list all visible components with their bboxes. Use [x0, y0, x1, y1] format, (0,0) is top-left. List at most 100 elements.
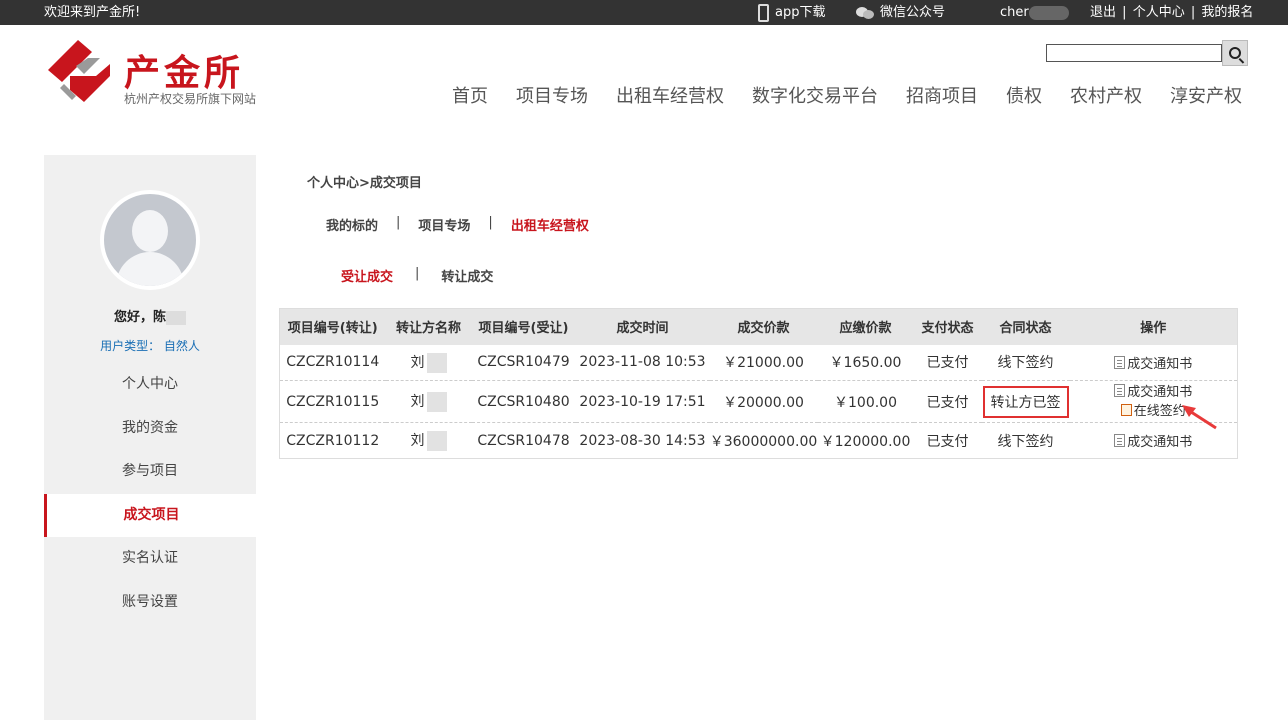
user-type: 用户类型： 自然人 — [100, 339, 200, 353]
personal-center-link[interactable]: 个人中心 — [1133, 5, 1185, 20]
deal-notice-label: 成交通知书 — [1127, 435, 1193, 450]
col-transfer-no: 项目编号(转让) — [279, 308, 386, 345]
site-logo[interactable]: 产金所 杭州产权交易所旗下网站 — [48, 40, 278, 110]
deal-notice-label: 成交通知书 — [1127, 384, 1193, 400]
logo-subtitle: 杭州产权交易所旗下网站 — [124, 92, 257, 106]
logo-mark-icon — [48, 40, 110, 102]
nav-item-taxi[interactable]: 出租车经营权 — [616, 82, 724, 108]
sidebar: 您好，陈 用户类型： 自然人 个人中心 我的资金 参与项目 成交项目 实名认证 … — [44, 155, 256, 720]
nav-item-rural[interactable]: 农村产权 — [1070, 82, 1142, 108]
cell-contract-status: 转让方已签 — [981, 380, 1070, 423]
cell-time: 2023-10-19 17:51 — [575, 380, 710, 423]
welcome-text: 欢迎来到产金所! — [44, 5, 141, 20]
col-payable: 应缴价款 — [817, 308, 914, 345]
nav-item-digital[interactable]: 数字化交易平台 — [752, 82, 878, 108]
cell-receive-no: CZCSR10478 — [471, 422, 576, 459]
name-redacted — [426, 431, 447, 451]
wechat-icon — [856, 6, 874, 20]
tab-transferred-deals[interactable]: 转让成交 — [441, 266, 493, 285]
search-input[interactable] — [1046, 44, 1222, 62]
tab-taxi-rights[interactable]: 出租车经营权 — [511, 215, 589, 234]
tab-project-zone[interactable]: 项目专场 — [418, 215, 470, 234]
cell-payable: ￥100.00 — [817, 380, 914, 423]
tab-separator: | — [396, 215, 401, 230]
col-contract-status: 合同状态 — [981, 308, 1070, 345]
transferor-text: 刘 — [410, 394, 425, 410]
search-icon — [1229, 47, 1241, 59]
col-ops: 操作 — [1069, 308, 1238, 345]
phone-icon — [758, 3, 769, 22]
online-sign-link[interactable]: 在线签约 — [1120, 403, 1186, 419]
account-links: 退出 | 个人中心 | 我的报名 — [1090, 0, 1253, 25]
cell-price: ￥20000.00 — [709, 380, 818, 423]
wechat-link[interactable]: 微信公众号 — [856, 0, 945, 25]
top-bar: 欢迎来到产金所! app下载 微信公众号 cher 退出 | 个人中心 | 我的… — [0, 0, 1288, 25]
sidebar-item-verification[interactable]: 实名认证 — [44, 537, 256, 581]
table-row: CZCZR10112 刘 CZCSR10478 2023-08-30 14:53… — [279, 422, 1238, 459]
nav-item-chunan[interactable]: 淳安产权 — [1170, 82, 1242, 108]
sidebar-item-participated[interactable]: 参与项目 — [44, 450, 256, 494]
cell-contract-status: 线下签约 — [981, 422, 1070, 459]
sidebar-item-personal-center[interactable]: 个人中心 — [44, 363, 256, 407]
cell-ops: 成交通知书 — [1069, 344, 1238, 381]
nav-item-investment[interactable]: 招商项目 — [906, 82, 978, 108]
tab-received-deals[interactable]: 受让成交 — [341, 266, 393, 285]
sign-contract-icon — [1120, 403, 1132, 416]
cell-pay-status: 已支付 — [913, 380, 982, 423]
table-row: CZCZR10114 刘 CZCSR10479 2023-11-08 10:53… — [279, 344, 1238, 381]
tab-my-targets[interactable]: 我的标的 — [326, 215, 378, 234]
cell-price: ￥36000000.00 — [709, 422, 818, 459]
online-sign-label: 在线签约 — [1133, 403, 1186, 419]
col-price: 成交价款 — [709, 308, 818, 345]
main-nav: 首页 项目专场 出租车经营权 数字化交易平台 招商项目 债权 农村产权 淳安产权 — [452, 82, 1242, 108]
logout-link[interactable]: 退出 — [1090, 5, 1116, 20]
cell-price: ￥21000.00 — [709, 344, 818, 381]
col-time: 成交时间 — [575, 308, 710, 345]
separator: | — [1190, 5, 1196, 20]
document-icon — [1114, 434, 1126, 447]
sidebar-item-deals[interactable]: 成交项目 — [44, 493, 256, 537]
sidebar-item-funds[interactable]: 我的资金 — [44, 407, 256, 451]
avatar — [100, 190, 200, 290]
app-download-link[interactable]: app下载 — [758, 0, 825, 25]
transferor-text: 刘 — [410, 354, 425, 371]
cell-transferor: 刘 — [385, 422, 472, 459]
sidebar-menu: 个人中心 我的资金 参与项目 成交项目 实名认证 账号设置 — [44, 363, 256, 624]
table-row: CZCZR10115 刘 CZCSR10480 2023-10-19 17:51… — [279, 380, 1238, 423]
username: cher — [1000, 0, 1069, 25]
my-signups-link[interactable]: 我的报名 — [1201, 5, 1253, 20]
cell-transfer-no: CZCZR10112 — [279, 422, 386, 459]
cell-transferor: 刘 — [385, 380, 472, 423]
username-redacted — [1028, 5, 1069, 20]
deal-notice-link[interactable]: 成交通知书 — [1114, 355, 1193, 372]
deal-notice-label: 成交通知书 — [1127, 356, 1193, 372]
nav-item-home[interactable]: 首页 — [452, 82, 488, 108]
cell-receive-no: CZCSR10479 — [471, 344, 576, 381]
greeting: 您好，陈 — [44, 306, 256, 325]
deal-notice-link[interactable]: 成交通知书 — [1114, 383, 1193, 400]
col-receive-no: 项目编号(受让) — [471, 308, 576, 345]
document-icon — [1114, 355, 1126, 369]
col-transferor: 转让方名称 — [385, 308, 472, 345]
cell-pay-status: 已支付 — [913, 344, 982, 381]
cell-time: 2023-08-30 14:53 — [575, 422, 710, 459]
deal-notice-link[interactable]: 成交通知书 — [1114, 434, 1193, 450]
sidebar-item-account-settings[interactable]: 账号设置 — [44, 581, 256, 625]
transferor-text: 刘 — [410, 433, 425, 449]
contract-status-highlight: 转让方已签 — [982, 385, 1069, 418]
name-redacted — [426, 392, 447, 412]
cell-transferor: 刘 — [385, 344, 472, 381]
deals-table: 项目编号(转让) 转让方名称 项目编号(受让) 成交时间 成交价款 应缴价款 支… — [279, 308, 1238, 459]
avatar-head — [132, 210, 168, 252]
nav-item-debt[interactable]: 债权 — [1006, 82, 1042, 108]
nav-item-projects[interactable]: 项目专场 — [516, 82, 588, 108]
col-pay-status: 支付状态 — [913, 308, 982, 345]
search-button[interactable] — [1222, 40, 1248, 66]
tab-separator: | — [415, 266, 420, 281]
tab-separator: | — [488, 215, 493, 230]
cell-transfer-no: CZCZR10115 — [279, 380, 386, 423]
greeting-text: 您好，陈 — [113, 310, 166, 325]
breadcrumb: 个人中心>成交项目 — [307, 176, 422, 191]
cell-payable: ￥1650.00 — [817, 344, 914, 381]
app-download-label: app下载 — [775, 5, 826, 20]
